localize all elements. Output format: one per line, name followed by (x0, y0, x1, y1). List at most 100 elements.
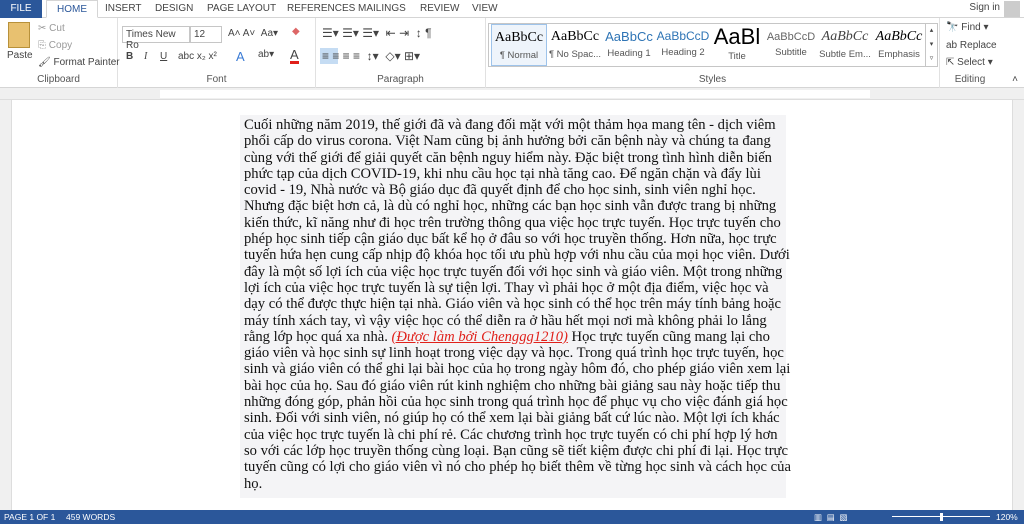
view-mode-icons[interactable]: ▥ ▤ ▧ (814, 510, 848, 524)
document-body[interactable]: Cuối những năm 2019, thế giới đã và đang… (244, 117, 791, 492)
style-name: ¶ No Spac... (548, 49, 602, 60)
style-normal[interactable]: AaBbCc ¶ Normal (491, 24, 547, 66)
text-line: tuyến hứa hẹn cung cấp nhịp độ khóa học … (244, 247, 790, 264)
text-line: của việc học trực tuyến là chi phí rẻ. C… (244, 426, 778, 443)
paste-button[interactable]: Paste (7, 50, 33, 61)
tab-view[interactable]: VIEW (472, 0, 498, 18)
clear-formatting-icon[interactable]: ◆ (292, 26, 300, 37)
font-name-select[interactable]: Times New Ro (122, 26, 190, 51)
text-line: so với các lớp học truyền thống cùng loạ… (244, 442, 788, 459)
style-name: Emphasis (878, 49, 920, 60)
zoom-slider-thumb[interactable] (940, 513, 943, 521)
style-preview: AaBbCc (875, 29, 923, 44)
tab-home[interactable]: HOME (46, 0, 98, 18)
style-heading-1[interactable]: AaBbCc Heading 1 (601, 24, 657, 66)
credit-link[interactable]: (Được làm bởi Chenggg1210) (392, 329, 568, 345)
underline-button[interactable]: U (160, 51, 167, 62)
strikethrough-icon[interactable]: abc x₂ x² (178, 51, 217, 62)
style-name: Subtitle (775, 47, 807, 58)
font-group: Times New Ro 12 A˄ A˅ Aa▾ ◆ B I U abc x₂… (118, 18, 316, 88)
clipboard-label: Clipboard (37, 74, 80, 85)
select-label: Select (957, 57, 985, 68)
tab-insert[interactable]: INSERT (105, 0, 142, 18)
tab-review[interactable]: REVIEW (420, 0, 459, 18)
alignment-icons[interactable]: ≡ ≡ ≡ ≡ ↕▾ ◇▾ ⊞▾ (322, 49, 420, 63)
format-painter-button[interactable]: 🖌 Format Painter (38, 57, 120, 68)
text-line: kiến thức, kĩ năng như đi học trên trườn… (244, 214, 781, 231)
highlight-icon[interactable]: ab▾ (258, 49, 274, 60)
word-count[interactable]: 459 WORDS (66, 510, 115, 524)
bullets-icon[interactable]: ☰▾ ☰▾ ☰▾ ⇤ ⇥ ↕ ¶ (322, 26, 432, 40)
vertical-ruler[interactable] (0, 100, 12, 510)
vertical-scrollbar[interactable] (1012, 100, 1024, 510)
document-area[interactable]: Cuối những năm 2019, thế giới đã và đang… (0, 100, 1012, 510)
paragraph-group: ☰▾ ☰▾ ☰▾ ⇤ ⇥ ↕ ¶ ≡ ≡ ≡ ≡ ↕▾ ◇▾ ⊞▾ Paragr… (316, 18, 486, 88)
zoom-level[interactable]: 120% (996, 510, 1018, 524)
user-avatar-icon[interactable] (1004, 1, 1020, 17)
text-line: dạy có thể được thực hiện tại nhà. Giáo … (244, 296, 781, 313)
copy-button[interactable]: ⎘ Copy (38, 40, 72, 51)
find-button[interactable]: 🔭 Find ▾ (946, 22, 989, 33)
grow-font-icon[interactable]: A˄ A˅ Aa▾ (228, 28, 278, 39)
text-line: họ. (244, 475, 263, 492)
text-line: bài học của họ. Sau đó giáo viên rút kin… (244, 377, 781, 394)
style-preview: AaBbCc (550, 29, 600, 44)
page-count[interactable]: PAGE 1 OF 1 (4, 510, 55, 524)
select-button[interactable]: ⇱ Select ▾ (946, 57, 993, 68)
style-name: Subtle Em... (819, 49, 871, 60)
text-line: lợi ích của việc học trực tuyến là sự ti… (244, 279, 769, 296)
style-preview: AaBl (713, 24, 761, 49)
bold-button[interactable]: B (126, 51, 133, 62)
font-color-icon[interactable]: A (290, 48, 299, 64)
text-line: covid - 19, Nhà nước và Bộ giáo dục đã q… (244, 182, 756, 199)
text-effects-icon[interactable]: A (236, 49, 245, 64)
style-preview: AaBbCcD (656, 29, 710, 43)
style-name: Heading 2 (661, 47, 705, 58)
style-name: ¶ Normal (499, 50, 539, 61)
text-line: giáo viên và học sinh sự linh hoạt trong… (244, 345, 784, 362)
italic-button[interactable]: I (144, 51, 147, 62)
tab-file[interactable]: FILE (0, 0, 42, 18)
font-label: Font (206, 74, 227, 85)
style-no-spacing[interactable]: AaBbCc ¶ No Spac... (547, 24, 603, 66)
copy-label: Copy (48, 40, 73, 51)
styles-gallery: AaBbCc ¶ Normal AaBbCc ¶ No Spac... AaBbCc… (488, 23, 938, 67)
style-preview: AaBbCc (494, 30, 544, 45)
font-size-select[interactable]: 12 (190, 26, 222, 43)
text-line: tuyến cũng có lợi cho giáo viên vì nó ch… (244, 459, 791, 476)
status-bar: PAGE 1 OF 1 459 WORDS ▥ ▤ ▧ 120% (0, 510, 1024, 524)
format-painter-label: Format Painter (53, 57, 120, 68)
style-emphasis[interactable]: AaBbCc Emphasis (871, 24, 927, 66)
text-line: máy tính xách tay, vì vậy việc học có th… (244, 312, 767, 329)
style-heading-2[interactable]: AaBbCcD Heading 2 (655, 24, 711, 66)
tab-design[interactable]: DESIGN (155, 0, 193, 18)
cut-button[interactable]: ✂ Cut (38, 23, 65, 34)
tab-mailings[interactable]: MAILINGS (358, 0, 406, 18)
tab-page-layout[interactable]: PAGE LAYOUT (207, 0, 276, 18)
tab-references[interactable]: REFERENCES (287, 0, 355, 18)
text-line: phổi cấp do virus corona. Việt Nam cũng … (244, 133, 771, 150)
paste-icon[interactable] (8, 22, 30, 48)
style-preview: AaBbCcD (766, 31, 816, 43)
replace-label: Replace (959, 40, 997, 51)
styles-scroll[interactable]: ▴ ▾ ▿ (925, 24, 937, 66)
style-title[interactable]: AaBl Title (709, 24, 765, 66)
text-line: rằng lớp học quá xa nhà. (Được làm bởi C… (244, 329, 791, 345)
ribbon: Paste ✂ Cut ⎘ Copy 🖌 Format Painter Clip… (0, 18, 1024, 88)
find-label: Find (961, 22, 981, 33)
replace-button[interactable]: ab Replace (946, 40, 997, 51)
style-preview: AaBbCc (605, 29, 653, 44)
style-name: Title (728, 51, 746, 62)
sign-in-link[interactable]: Sign in (969, 2, 1000, 13)
text-line: cùng với thế giới để giải quyết căn bệnh… (244, 149, 772, 166)
text-line: sinh. Đối với sinh viên, nó giúp họ có t… (244, 410, 780, 427)
collapse-ribbon-icon[interactable]: ˄ (1012, 74, 1018, 85)
text-line: phép học sinh tiếp cận giáo dục bất kể h… (244, 231, 777, 248)
style-subtle-emphasis[interactable]: AaBbCc Subtle Em... (817, 24, 873, 66)
style-name: Heading 1 (607, 48, 651, 59)
text-run: Học trực tuyến cũng mang lại cho (567, 328, 770, 345)
horizontal-ruler[interactable] (0, 88, 1024, 100)
editing-label: Editing (954, 74, 986, 85)
styles-label: Styles (698, 74, 727, 85)
style-subtitle[interactable]: AaBbCcD Subtitle (763, 24, 819, 66)
